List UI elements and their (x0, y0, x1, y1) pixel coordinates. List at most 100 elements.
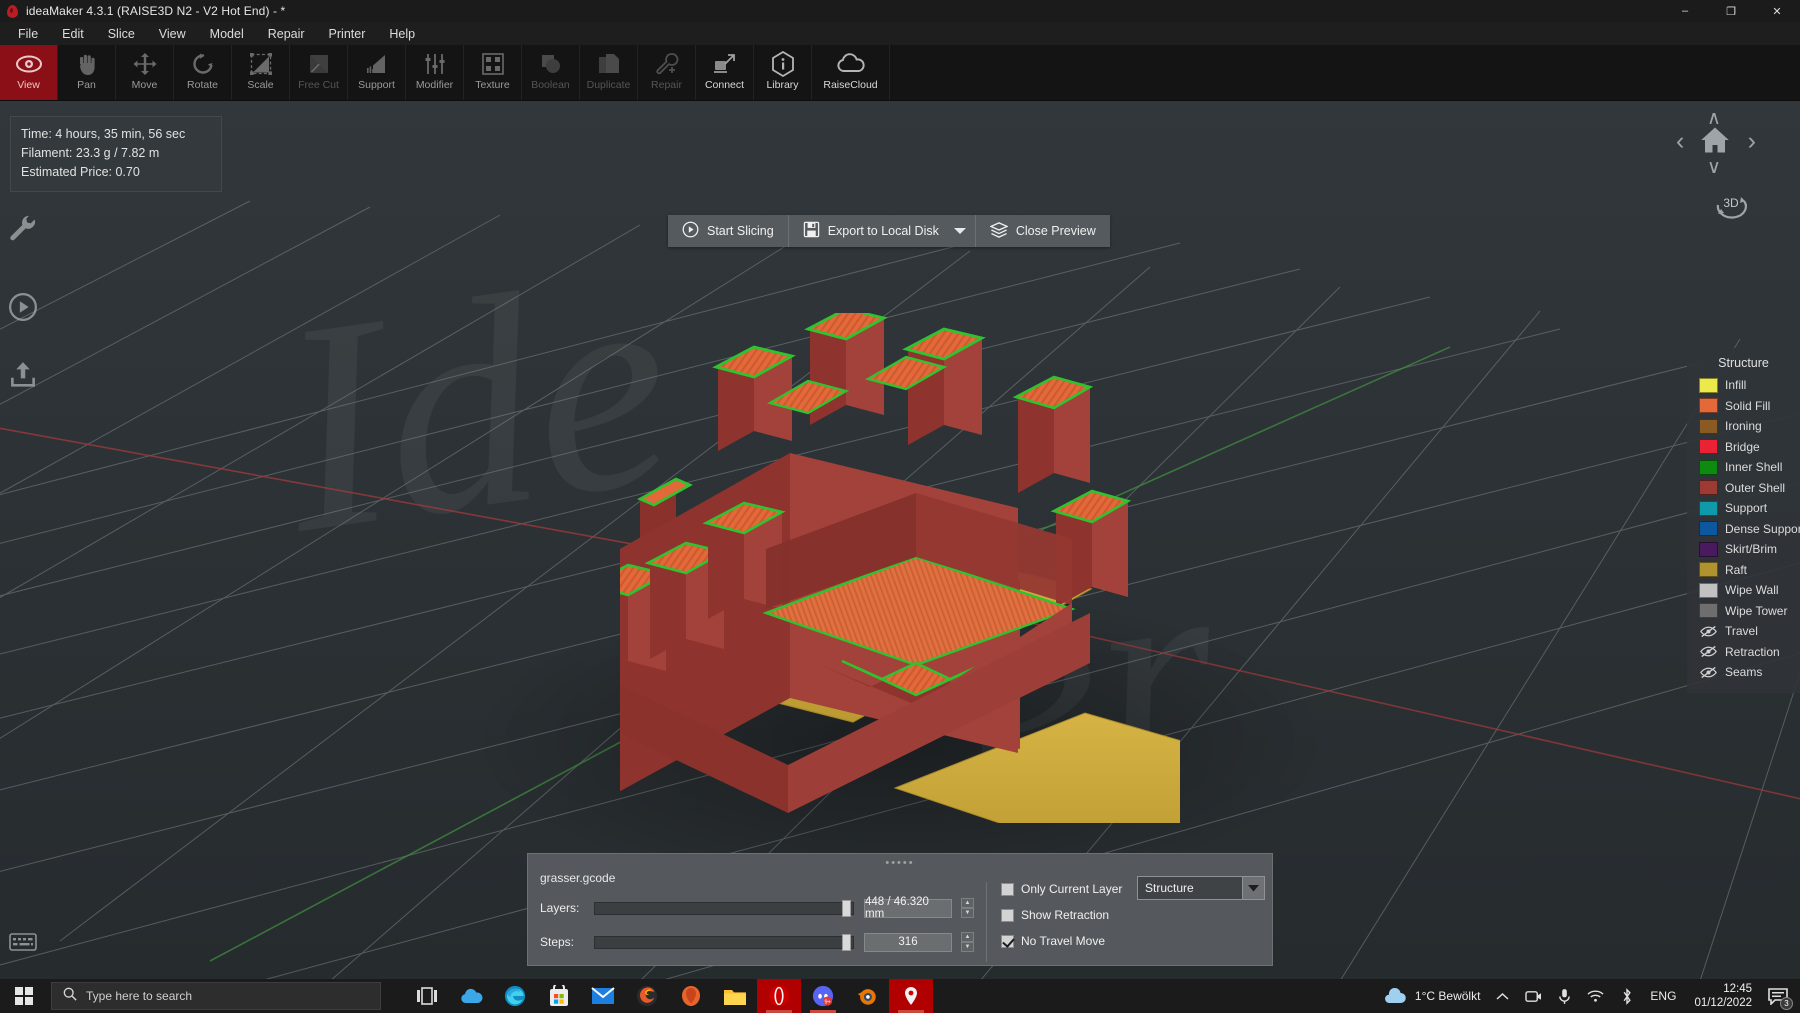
edge-icon[interactable] (493, 979, 537, 1013)
only-current-layer-checkbox[interactable] (1001, 882, 1014, 896)
slider-thumb[interactable] (842, 933, 851, 951)
legend-item-ironing[interactable]: Ironing (1687, 416, 1800, 437)
legend-item-inner-shell[interactable]: Inner Shell (1687, 457, 1800, 478)
tool-support[interactable]: Support (348, 45, 406, 100)
steps-stepper[interactable]: ▲ ▼ (961, 932, 974, 952)
clock[interactable]: 12:45 01/12/2022 (1684, 979, 1762, 1013)
tool-boolean[interactable]: Boolean (522, 45, 580, 100)
language-indicator[interactable]: ENG (1642, 979, 1684, 1013)
legend-item-infill[interactable]: Infill (1687, 375, 1800, 396)
no-travel-move-checkbox[interactable] (1001, 934, 1014, 948)
legend-item-wipe-wall[interactable]: Wipe Wall (1687, 580, 1800, 601)
opera-icon[interactable] (757, 979, 801, 1013)
menu-item-view[interactable]: View (147, 24, 198, 44)
tool-free-cut[interactable]: Free Cut (290, 45, 348, 100)
chevron-down-icon[interactable] (1242, 877, 1264, 899)
legend-item-solid-fill[interactable]: Solid Fill (1687, 396, 1800, 417)
export-upload-icon[interactable] (8, 359, 38, 394)
legend-item-bridge[interactable]: Bridge (1687, 437, 1800, 458)
taskbar-search-box[interactable]: Type here to search (51, 982, 381, 1010)
layers-slider[interactable] (594, 899, 854, 917)
menu-item-edit[interactable]: Edit (50, 24, 96, 44)
menu-item-file[interactable]: File (6, 24, 50, 44)
legend-item-retraction[interactable]: Retraction (1687, 642, 1800, 663)
menu-item-help[interactable]: Help (377, 24, 427, 44)
tool-duplicate[interactable]: Duplicate (580, 45, 638, 100)
menu-item-slice[interactable]: Slice (96, 24, 147, 44)
mail-icon[interactable] (581, 979, 625, 1013)
tool-raisecloud[interactable]: RaiseCloud (812, 45, 890, 100)
tool-move[interactable]: Move (116, 45, 174, 100)
maximize-button[interactable]: ❐ (1708, 0, 1754, 22)
menu-item-model[interactable]: Model (198, 24, 256, 44)
microsoft-store-icon[interactable] (537, 979, 581, 1013)
tool-library[interactable]: Library (754, 45, 812, 100)
blender-icon[interactable] (845, 979, 889, 1013)
no-travel-move-row[interactable]: No Travel Move (1001, 934, 1266, 948)
steps-slider[interactable] (594, 933, 854, 951)
notification-center-button[interactable]: 3 (1762, 979, 1800, 1013)
file-explorer-icon[interactable] (713, 979, 757, 1013)
thunderbird-icon[interactable] (669, 979, 713, 1013)
export-to-local-disk-button[interactable]: Export to Local Disk (789, 215, 945, 247)
legend-item-wipe-tower[interactable]: Wipe Tower (1687, 601, 1800, 622)
stepper-up[interactable]: ▲ (961, 932, 974, 942)
ideamaker-icon[interactable] (889, 979, 933, 1013)
tool-rotate[interactable]: Rotate (174, 45, 232, 100)
view-mode-select[interactable]: Structure (1137, 876, 1265, 900)
legend-item-seams[interactable]: Seams (1687, 662, 1800, 683)
camera-icon[interactable] (1517, 979, 1550, 1013)
legend-item-outer-shell[interactable]: Outer Shell (1687, 478, 1800, 499)
close-preview-button[interactable]: Close Preview (976, 215, 1110, 247)
tool-connect[interactable]: Connect (696, 45, 754, 100)
nav-down-button[interactable]: ∨ (1707, 156, 1721, 179)
legend-item-support[interactable]: Support (1687, 498, 1800, 519)
legend-item-skirt-brim[interactable]: Skirt/Brim (1687, 539, 1800, 560)
slider-thumb[interactable] (842, 899, 851, 917)
onedrive-icon[interactable] (449, 979, 493, 1013)
steps-value-field[interactable]: 316 (864, 932, 952, 952)
home-icon[interactable] (1700, 126, 1730, 159)
keyboard-shortcuts-icon[interactable] (9, 932, 37, 957)
legend-item-travel[interactable]: Travel (1687, 621, 1800, 642)
stepper-down[interactable]: ▼ (961, 942, 974, 952)
show-retraction-checkbox[interactable] (1001, 908, 1014, 922)
settings-wrench-icon[interactable] (8, 213, 38, 248)
panel-drag-handle[interactable]: ••••• (528, 854, 1272, 869)
3d-viewport[interactable]: Ide er (0, 101, 1800, 979)
stepper-down[interactable]: ▼ (961, 908, 974, 918)
nav-left-button[interactable]: ‹ (1676, 127, 1684, 156)
color-swatch (1699, 377, 1718, 393)
start-button[interactable] (0, 979, 48, 1013)
legend-item-dense-support[interactable]: Dense Support (1687, 519, 1800, 540)
tool-pan[interactable]: Pan (58, 45, 116, 100)
layers-value-field[interactable]: 448 / 46.320 mm (864, 896, 952, 920)
weather-widget[interactable]: 1°C Bewölkt (1375, 979, 1489, 1013)
firefox-icon[interactable] (625, 979, 669, 1013)
legend-item-raft[interactable]: Raft (1687, 560, 1800, 581)
show-retraction-row[interactable]: Show Retraction (1001, 908, 1266, 922)
tool-modifier[interactable]: Modifier (406, 45, 464, 100)
microphone-icon[interactable] (1550, 979, 1579, 1013)
layers-stepper[interactable]: ▲ ▼ (961, 898, 974, 918)
tool-texture[interactable]: Texture (464, 45, 522, 100)
show-hidden-icons-button[interactable] (1488, 979, 1517, 1013)
nav-right-button[interactable]: › (1748, 127, 1756, 156)
toggle-3d-view-button[interactable]: 3D (1710, 183, 1752, 224)
menu-item-repair[interactable]: Repair (256, 24, 317, 44)
discord-icon[interactable]: 9+ (801, 979, 845, 1013)
wifi-icon[interactable] (1579, 979, 1612, 1013)
tool-scale[interactable]: Scale (232, 45, 290, 100)
rotate-icon (191, 50, 215, 77)
close-button[interactable]: ✕ (1754, 0, 1800, 22)
stepper-up[interactable]: ▲ (961, 898, 974, 908)
menu-item-printer[interactable]: Printer (317, 24, 378, 44)
minimize-button[interactable]: – (1662, 0, 1708, 22)
start-slicing-button[interactable]: Start Slicing (668, 215, 789, 247)
play-button-icon[interactable] (8, 292, 38, 327)
bluetooth-icon[interactable] (1612, 979, 1642, 1013)
tool-view[interactable]: View (0, 45, 58, 100)
export-dropdown-caret[interactable] (945, 215, 976, 247)
tool-repair[interactable]: Repair (638, 45, 696, 100)
task-view-icon[interactable] (405, 979, 449, 1013)
